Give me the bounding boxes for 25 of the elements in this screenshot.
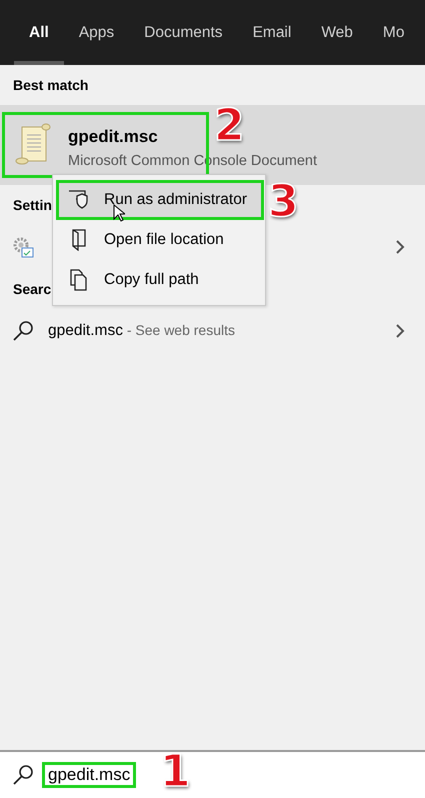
scroll-icon xyxy=(14,123,52,167)
section-heading: Best match xyxy=(13,76,88,95)
tab[interactable]: Web xyxy=(306,0,368,65)
tab[interactable]: Mo xyxy=(368,0,420,65)
section-heading: Searc xyxy=(13,280,52,299)
search-icon xyxy=(12,320,34,342)
tab[interactable]: Documents xyxy=(129,0,238,65)
web-search-text: gpedit.msc - See web results xyxy=(48,322,236,340)
web-search-row[interactable]: gpedit.msc - See web results xyxy=(0,309,425,353)
menu-item[interactable]: Open file location xyxy=(56,220,264,260)
result-title: gpedit.msc xyxy=(68,127,159,147)
tab[interactable]: All xyxy=(14,0,64,65)
menu-item[interactable]: Run as administrator xyxy=(56,180,264,220)
step-number: 2 xyxy=(214,104,245,148)
menu-item[interactable]: Copy full path xyxy=(56,260,264,300)
search-field[interactable]: gpedit.msc xyxy=(42,762,136,788)
chevron-icon xyxy=(395,239,405,255)
search-icon xyxy=(12,764,34,786)
section-heading: Settin xyxy=(13,196,52,215)
tab[interactable]: Email xyxy=(238,0,306,65)
shield-icon xyxy=(68,189,90,211)
cursor-icon xyxy=(113,204,125,222)
tab[interactable]: Apps xyxy=(64,0,130,65)
gear-icon xyxy=(12,236,34,258)
chevron-icon xyxy=(395,323,405,339)
